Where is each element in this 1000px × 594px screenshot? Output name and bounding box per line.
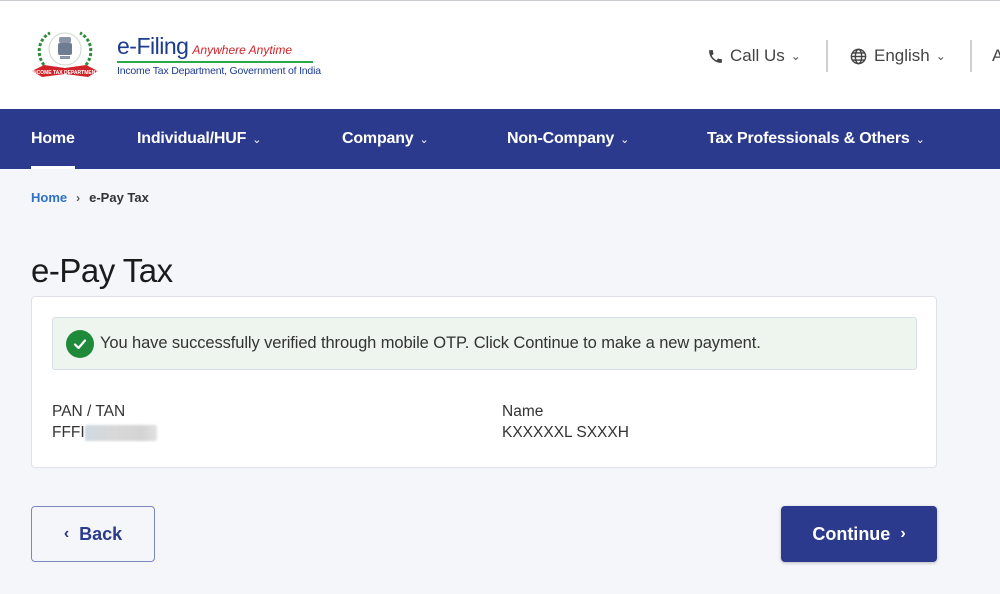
nav-company-label: Company bbox=[342, 130, 414, 147]
brand-title: e-Filing bbox=[117, 33, 189, 59]
brand-subtitle: Income Tax Department, Government of Ind… bbox=[117, 65, 321, 77]
name-value: KXXXXXL SXXXH bbox=[502, 424, 629, 441]
brand-tagline: Anywhere Anytime bbox=[192, 43, 293, 57]
breadcrumb: Home › e-Pay Tax bbox=[31, 190, 149, 205]
logo-ribbon-text: INCOME TAX DEPARTMENT bbox=[32, 70, 99, 76]
pan-tan-label: PAN / TAN bbox=[52, 403, 126, 420]
nav-individual-huf[interactable]: Individual/HUF ⌄ bbox=[137, 109, 261, 169]
nav-tax-professionals-label: Tax Professionals & Others bbox=[707, 130, 910, 147]
breadcrumb-home-link[interactable]: Home bbox=[31, 190, 67, 205]
chevron-down-icon: ⌄ bbox=[935, 49, 946, 63]
globe-icon bbox=[850, 48, 867, 64]
nav-home-label: Home bbox=[31, 130, 75, 147]
nav-home[interactable]: Home bbox=[31, 109, 75, 169]
pan-tan-value: FFFI bbox=[52, 424, 157, 442]
chevron-down-icon: ⌄ bbox=[620, 134, 630, 146]
name-label: Name bbox=[502, 403, 544, 420]
nav-non-company[interactable]: Non-Company ⌄ bbox=[507, 109, 629, 169]
chevron-down-icon: ⌄ bbox=[419, 134, 429, 146]
divider bbox=[826, 40, 828, 72]
nav-tax-professionals[interactable]: Tax Professionals & Others ⌄ bbox=[707, 109, 925, 169]
continue-button-label: Continue bbox=[812, 523, 891, 544]
brand-divider bbox=[117, 61, 313, 63]
breadcrumb-separator-icon: › bbox=[76, 190, 81, 205]
call-us-label: Call Us bbox=[730, 46, 785, 65]
top-header: INCOME TAX DEPARTMENT e-Filing Anywhere A… bbox=[0, 0, 1000, 109]
name-field: Name KXXXXXL SXXXH bbox=[502, 403, 629, 442]
nav-individual-huf-label: Individual/HUF bbox=[137, 130, 247, 147]
nav-company[interactable]: Company ⌄ bbox=[342, 109, 429, 169]
cut-off-menu-label: A bbox=[992, 46, 1000, 65]
chevron-left-icon: ‹ bbox=[63, 525, 70, 542]
nav-non-company-label: Non-Company bbox=[507, 130, 615, 147]
divider bbox=[970, 40, 972, 72]
success-alert: You have successfully verified through m… bbox=[52, 317, 917, 370]
call-us-dropdown[interactable]: Call Us ⌄ bbox=[707, 41, 801, 71]
page-title: e-Pay Tax bbox=[31, 252, 173, 289]
chevron-down-icon: ⌄ bbox=[252, 134, 262, 146]
check-circle-icon bbox=[66, 329, 94, 358]
main-nav: Home Individual/HUF ⌄ Company ⌄ Non-Compan… bbox=[0, 109, 1000, 169]
language-dropdown[interactable]: English ⌄ bbox=[849, 41, 946, 71]
accessibility-menu[interactable]: A bbox=[992, 41, 1000, 71]
chevron-right-icon: › bbox=[900, 525, 906, 542]
continue-button[interactable]: Continue › bbox=[781, 506, 937, 562]
verification-card: You have successfully verified through m… bbox=[31, 296, 937, 468]
breadcrumb-current: e-Pay Tax bbox=[89, 190, 149, 205]
phone-icon bbox=[709, 49, 722, 63]
chevron-down-icon: ⌄ bbox=[790, 49, 801, 63]
chevron-down-icon: ⌄ bbox=[915, 134, 925, 146]
back-button-label: Back bbox=[79, 523, 123, 544]
language-label: English bbox=[874, 46, 930, 65]
pan-tan-visible-prefix: FFFI bbox=[52, 424, 85, 441]
pan-tan-masked-blur bbox=[84, 425, 157, 441]
income-tax-department-logo[interactable]: INCOME TAX DEPARTMENT bbox=[30, 27, 100, 83]
brand[interactable]: e-Filing Anywhere Anytime Income Tax Depa… bbox=[117, 33, 321, 77]
pan-tan-field: PAN / TAN FFFI bbox=[52, 403, 157, 442]
success-message: You have successfully verified through m… bbox=[100, 334, 761, 352]
back-button[interactable]: ‹ Back bbox=[31, 506, 155, 562]
